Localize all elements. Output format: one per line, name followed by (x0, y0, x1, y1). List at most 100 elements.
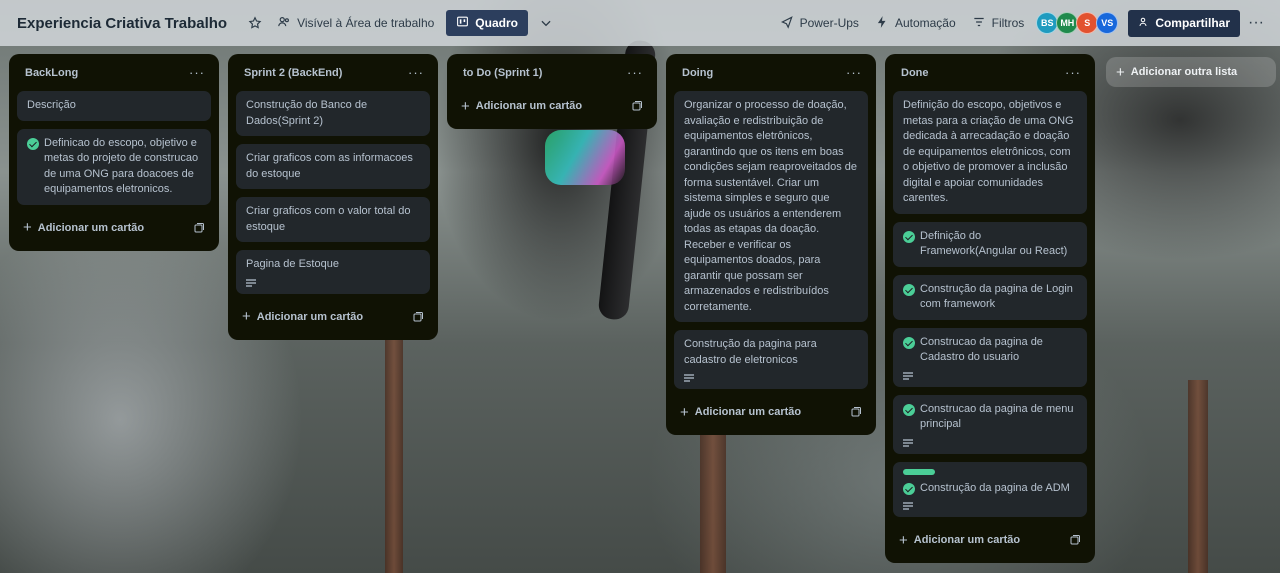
description-icon (246, 278, 256, 287)
description-icon (903, 502, 913, 510)
template-icon[interactable] (412, 311, 424, 323)
background-tree-trunk (1188, 380, 1208, 573)
card-title: Construção da pagina de Login com framew… (920, 282, 1073, 311)
plus-icon: + (680, 403, 689, 421)
list-title[interactable]: BackLong (25, 67, 78, 79)
add-card-label: Adicionar um cartão (256, 310, 364, 323)
share-label: Compartilhar (1155, 16, 1230, 30)
avatar[interactable]: MH (1056, 12, 1079, 34)
list-title[interactable]: Doing (682, 67, 713, 79)
avatar[interactable]: S (1076, 12, 1099, 34)
add-card-button[interactable]: + Adicionar um cartão (461, 98, 582, 115)
share-button[interactable]: Compartilhar (1128, 9, 1240, 37)
template-icon[interactable] (1069, 534, 1081, 546)
filter-icon (972, 15, 986, 32)
add-list-button[interactable]: + Adicionar outra lista (1106, 57, 1276, 87)
list-menu-icon[interactable]: ··· (189, 65, 205, 80)
board-header: Experiencia Criativa Trabalho Visível à … (0, 0, 1280, 46)
filters-button[interactable]: Filtros (964, 11, 1033, 36)
card[interactable]: Construcao da pagina de Cadastro do usua… (893, 327, 1087, 387)
add-person-icon (1138, 16, 1150, 31)
list-title[interactable]: Done (901, 67, 929, 79)
card[interactable]: Construção do Banco de Dados(Sprint 2) (236, 91, 430, 136)
power-ups-button[interactable]: Power-Ups (772, 11, 867, 36)
card[interactable]: Pagina de Estoque (236, 250, 430, 294)
template-icon[interactable] (631, 100, 643, 112)
check-complete-icon[interactable] (903, 403, 915, 416)
avatar[interactable]: BS (1036, 12, 1059, 34)
card[interactable]: Criar graficos com as informacoes do est… (236, 144, 430, 189)
card[interactable]: Descrição (17, 91, 211, 121)
card-title: Construcao da pagina de Cadastro do usua… (920, 335, 1043, 364)
card[interactable]: Criar graficos com o valor total do esto… (236, 197, 430, 242)
card[interactable]: Definição do Framework(Angular ou React) (893, 221, 1087, 267)
more-options-icon[interactable]: ··· (1242, 9, 1270, 37)
add-card-label: Adicionar um cartão (475, 100, 583, 112)
chevron-down-icon[interactable] (536, 13, 556, 33)
template-icon[interactable] (193, 222, 205, 234)
add-list-label: Adicionar outra lista (1130, 66, 1238, 78)
add-card-label: Adicionar um cartão (694, 406, 802, 418)
plus-icon: + (899, 531, 908, 549)
automation-button[interactable]: Automação (867, 11, 964, 36)
card-title: Construção do Banco de Dados(Sprint 2) (246, 99, 368, 127)
check-complete-icon[interactable] (27, 137, 39, 150)
list-to-do: to Do (Sprint 1) ··· + Adicionar um cartã… (447, 54, 657, 129)
list-menu-icon[interactable]: ··· (627, 65, 643, 80)
card-title: Construção da pagina para cadastro de el… (684, 338, 817, 366)
card[interactable]: Definição do escopo, objetivos e metas p… (893, 91, 1087, 214)
list-title[interactable]: to Do (Sprint 1) (463, 67, 542, 79)
card[interactable]: Construção da pagina de Login com framew… (893, 274, 1087, 320)
add-card-button[interactable]: + Adicionar um cartão (23, 219, 144, 236)
card-title: Construção da pagina de ADM (920, 481, 1070, 494)
avatar[interactable]: VS (1096, 12, 1119, 34)
template-icon[interactable] (850, 406, 862, 418)
board-members: BS MH S VS (1036, 12, 1119, 34)
board-view-label: Quadro (475, 16, 518, 30)
list-title[interactable]: Sprint 2 (BackEnd) (244, 67, 342, 79)
add-card-label: Adicionar um cartão (37, 221, 145, 234)
board-view-button[interactable]: Quadro (446, 10, 528, 36)
board-title[interactable]: Experiencia Criativa Trabalho (17, 15, 227, 32)
background-tree-trunk (700, 430, 726, 573)
automation-label: Automação (894, 16, 956, 30)
card-title: Definicao do escopo, objetivo e metas do… (44, 136, 199, 196)
add-card-label: Adicionar um cartão (913, 534, 1021, 546)
people-icon (277, 15, 291, 32)
card-label[interactable] (903, 468, 935, 475)
add-card-button[interactable]: + Adicionar um cartão (899, 532, 1020, 549)
card[interactable]: Construção da pagina para cadastro de el… (674, 330, 868, 389)
card-title: Pagina de Estoque (246, 258, 339, 270)
check-complete-icon[interactable] (903, 283, 915, 296)
check-complete-icon[interactable] (903, 336, 915, 349)
power-ups-label: Power-Ups (799, 16, 859, 30)
list-menu-icon[interactable]: ··· (1065, 65, 1081, 80)
board-view-icon (456, 15, 469, 31)
card[interactable]: Construção da pagina de ADM (893, 461, 1087, 517)
add-card-button[interactable]: + Adicionar um cartão (680, 404, 801, 421)
card-title: Organizar o processo de doação, avaliaçã… (684, 99, 858, 313)
card-title: Criar graficos com as informacoes do est… (246, 152, 413, 180)
check-complete-icon[interactable] (903, 482, 915, 495)
background-goggles (545, 130, 625, 185)
visibility-button[interactable]: Visível à Área de trabalho (269, 11, 442, 36)
check-complete-icon[interactable] (903, 230, 915, 243)
background-tree-trunk (385, 330, 403, 573)
card[interactable]: Construcao da pagina de menu principal (893, 394, 1087, 454)
plus-icon: + (23, 219, 32, 236)
list-menu-icon[interactable]: ··· (408, 65, 424, 80)
star-icon[interactable] (241, 9, 269, 37)
list-menu-icon[interactable]: ··· (846, 65, 862, 80)
list-backlong: BackLong ··· Descrição Definicao do esco… (9, 54, 219, 251)
list-done: Done ··· Definição do escopo, objetivos … (885, 54, 1095, 563)
plus-icon: + (1116, 63, 1125, 81)
visibility-label: Visível à Área de trabalho (297, 16, 435, 30)
card-title: Construcao da pagina de menu principal (920, 402, 1074, 431)
add-card-button[interactable]: + Adicionar um cartão (242, 308, 363, 325)
plus-icon: + (242, 308, 251, 325)
card[interactable]: Definicao do escopo, objetivo e metas do… (17, 128, 211, 205)
card[interactable]: Organizar o processo de doação, avaliaçã… (674, 91, 868, 322)
list-sprint-2: Sprint 2 (BackEnd) ··· Construção do Ban… (228, 54, 438, 340)
card-title: Definição do Framework(Angular ou React) (920, 229, 1068, 258)
rocket-icon (780, 15, 794, 32)
